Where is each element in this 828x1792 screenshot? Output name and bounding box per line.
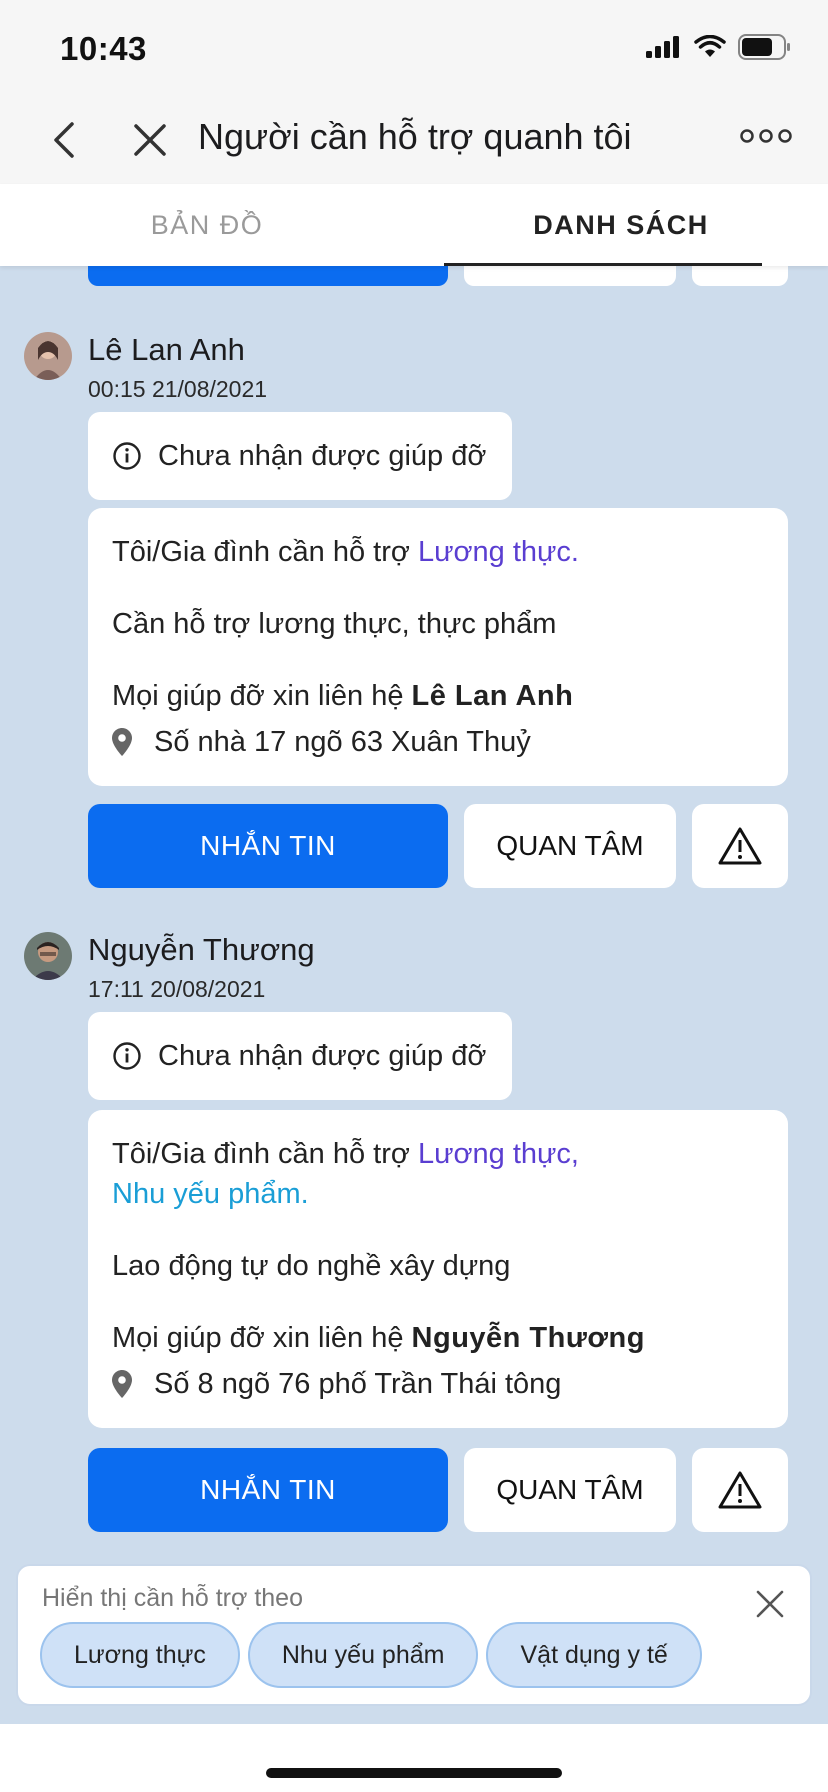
contact-name: Lê Lan Anh (411, 680, 574, 712)
filter-chip-essentials[interactable]: Nhu yếu phẩm (247, 1622, 479, 1688)
poster-name: Lê Lan Anh (88, 332, 245, 367)
need-tag-food[interactable]: Lương thực, (418, 1138, 579, 1170)
need-prefix: Tôi/Gia đình cần hỗ trợ (112, 536, 410, 568)
filter-chip-medical-supplies[interactable]: Vật dụng y tế (486, 1622, 702, 1688)
contact-line: Mọi giúp đỡ xin liên hệ Lê Lan Anh (112, 676, 764, 716)
close-icon[interactable] (750, 1584, 790, 1624)
active-tab-indicator (444, 263, 762, 266)
need-prefix: Tôi/Gia đình cần hỗ trợ (112, 1138, 410, 1170)
report-button[interactable] (692, 1448, 788, 1532)
avatar[interactable] (24, 932, 72, 980)
signal-icon (646, 36, 679, 58)
message-button[interactable]: NHẮN TIN (88, 1448, 448, 1532)
warning-icon (718, 1471, 762, 1509)
help-status-text: Chưa nhận được giúp đỡ (158, 1039, 487, 1072)
post-time: 17:11 20/08/2021 (88, 976, 266, 1002)
address-text: Số nhà 17 ngõ 63 Xuân Thuỷ (154, 726, 531, 758)
filter-chip-group: Lương thực Nhu yếu phẩm Vật dụng y tế (40, 1622, 702, 1688)
care-button[interactable]: QUAN TÂM (464, 804, 676, 888)
filter-chip-food[interactable]: Lương thực (40, 1622, 240, 1688)
contact-prefix: Mọi giúp đỡ xin liên hệ (112, 680, 404, 712)
navigation-bar: Người cần hỗ trợ quanh tôi (0, 96, 828, 184)
contact-line: Mọi giúp đỡ xin liên hệ Nguyễn Thương (112, 1318, 764, 1358)
need-tag-essentials[interactable]: Nhu yếu phẩm. (112, 1178, 309, 1210)
report-button[interactable] (692, 804, 788, 888)
wifi-icon (694, 35, 726, 57)
need-line: Tôi/Gia đình cần hỗ trợ Lương thực. (112, 532, 764, 572)
more-icon[interactable] (740, 124, 792, 148)
post-list[interactable]: Lê Lan Anh 00:15 21/08/2021 Chưa nhận đư… (0, 266, 828, 1724)
avatar[interactable] (24, 332, 72, 380)
status-time: 10:43 (60, 30, 147, 67)
filter-title: Hiển thị cần hỗ trợ theo (42, 1584, 303, 1612)
poster-name: Nguyễn Thương (88, 932, 315, 967)
location-pin-icon (112, 728, 132, 756)
need-tag-food[interactable]: Lương thực. (418, 536, 579, 568)
contact-name: Nguyễn Thương (411, 1322, 645, 1354)
help-status-badge: Chưa nhận được giúp đỡ (88, 412, 512, 500)
post-time: 00:15 21/08/2021 (88, 376, 268, 402)
warning-icon (718, 827, 762, 865)
care-button[interactable]: QUAN TÂM (464, 1448, 676, 1532)
battery-icon (738, 34, 790, 60)
address-text: Số 8 ngõ 76 phố Trần Thái tông (154, 1368, 562, 1400)
need-line-continued: Nhu yếu phẩm. (112, 1174, 764, 1214)
previous-report-button[interactable] (692, 266, 788, 286)
address-line: Số nhà 17 ngõ 63 Xuân Thuỷ (112, 722, 764, 762)
message-button[interactable]: NHẮN TIN (88, 804, 448, 888)
request-card: Tôi/Gia đình cần hỗ trợ Lương thực. Cần … (88, 508, 788, 786)
info-icon (113, 442, 141, 470)
previous-message-button[interactable] (88, 266, 448, 286)
previous-care-button[interactable] (464, 266, 676, 286)
need-line: Tôi/Gia đình cần hỗ trợ Lương thực, (112, 1134, 764, 1174)
page-title: Người cần hỗ trợ quanh tôi (198, 116, 632, 157)
help-status-text: Chưa nhận được giúp đỡ (158, 439, 487, 472)
back-icon[interactable] (44, 116, 88, 164)
tab-map[interactable]: BẢN ĐỒ (0, 184, 414, 266)
tab-bar: BẢN ĐỒ DANH SÁCH (0, 184, 828, 266)
request-description: Cần hỗ trợ lương thực, thực phẩm (112, 608, 557, 640)
location-pin-icon (112, 1370, 132, 1398)
info-icon (113, 1042, 141, 1070)
home-indicator-area (0, 1724, 828, 1792)
filter-panel: Hiển thị cần hỗ trợ theo Lương thực Nhu … (16, 1564, 812, 1706)
request-card: Tôi/Gia đình cần hỗ trợ Lương thực, Nhu … (88, 1110, 788, 1428)
tab-list[interactable]: DANH SÁCH (414, 184, 828, 266)
status-bar: 10:43 (0, 0, 828, 96)
address-line: Số 8 ngõ 76 phố Trần Thái tông (112, 1364, 764, 1404)
close-icon[interactable] (128, 116, 172, 164)
request-description: Lao động tự do nghề xây dựng (112, 1250, 511, 1282)
contact-prefix: Mọi giúp đỡ xin liên hệ (112, 1322, 404, 1354)
home-indicator[interactable] (266, 1768, 562, 1778)
status-icons (646, 34, 792, 60)
help-status-badge: Chưa nhận được giúp đỡ (88, 1012, 512, 1100)
